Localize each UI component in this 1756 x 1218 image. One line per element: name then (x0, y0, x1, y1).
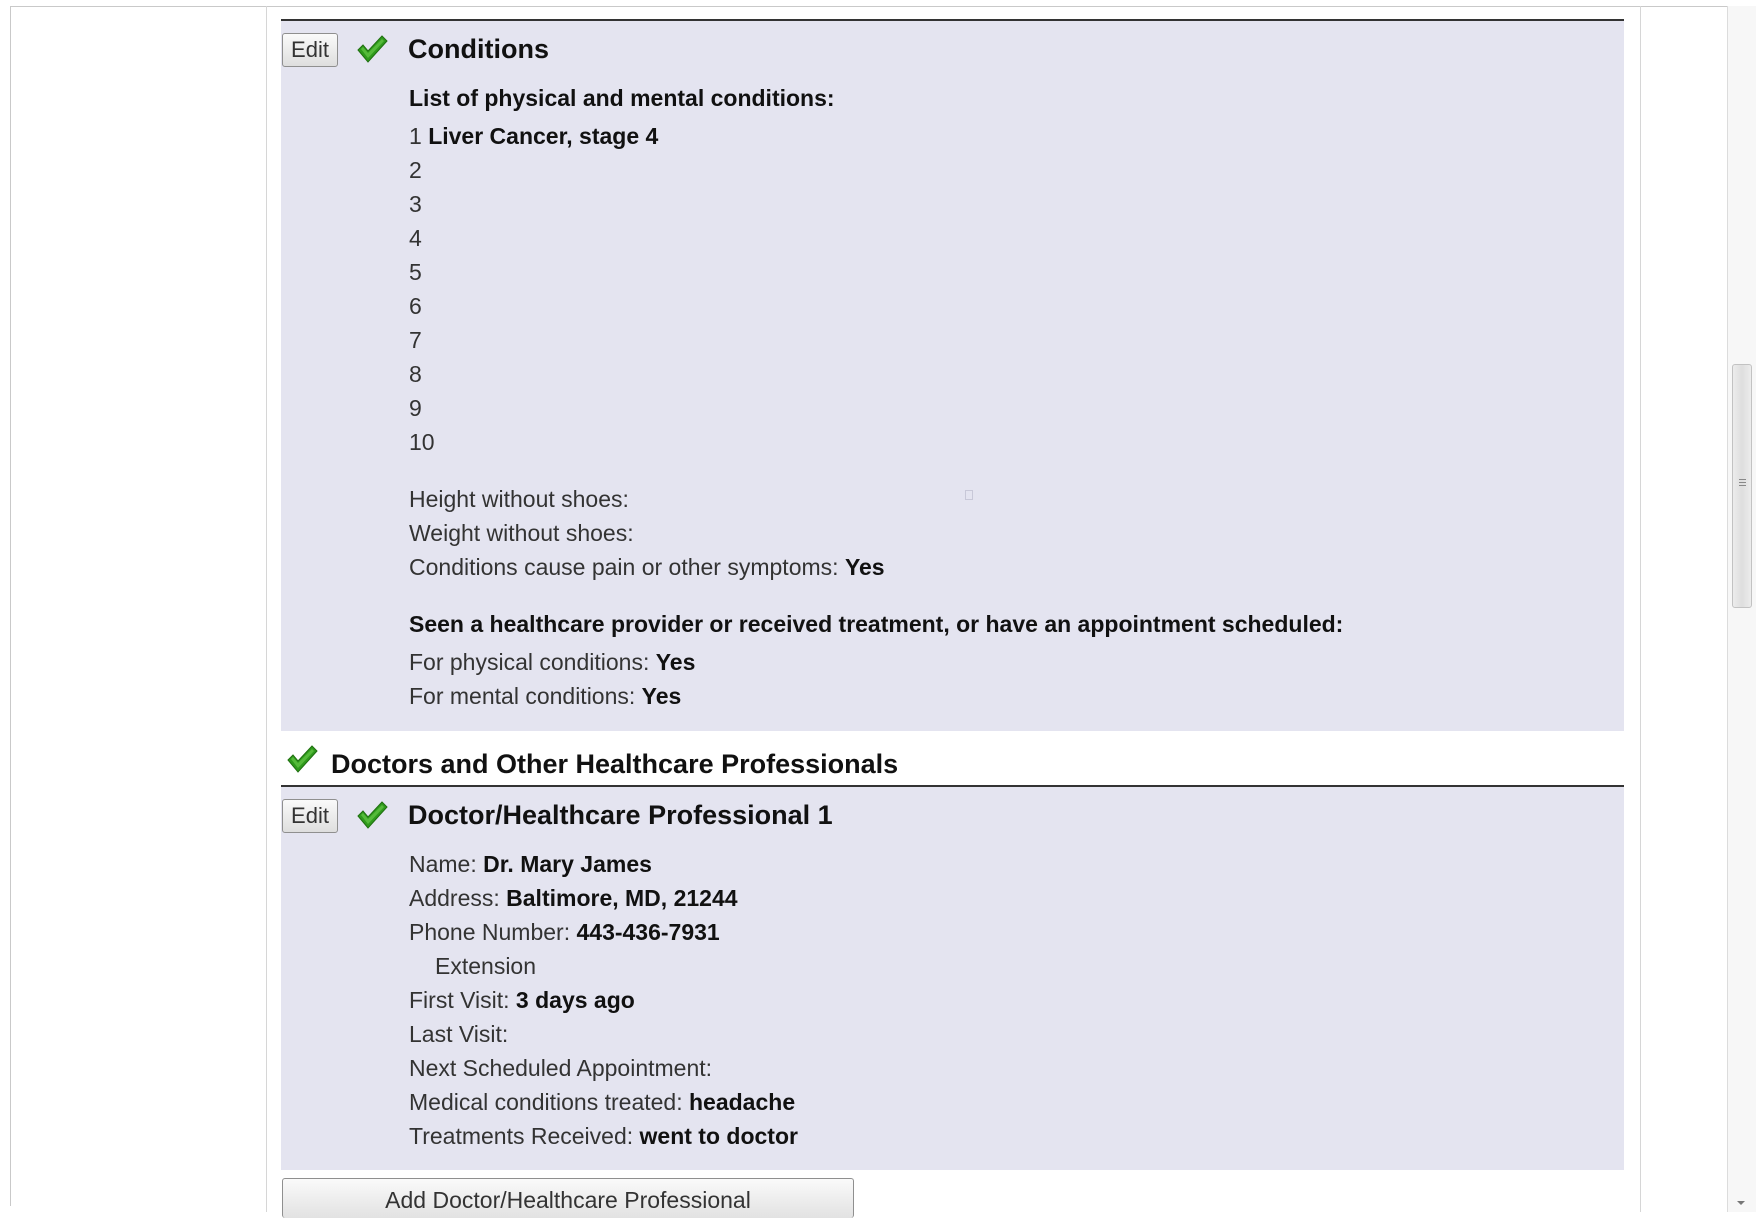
doctor-treatments-value: went to doctor (639, 1123, 798, 1149)
checkmark-icon (287, 745, 318, 773)
conditions-list-heading: List of physical and mental conditions: (409, 85, 835, 111)
list-item: 9 (409, 395, 422, 422)
list-item-number: 9 (409, 395, 422, 421)
seen-provider-heading: Seen a healthcare provider or received t… (409, 611, 1344, 637)
doctor-phone-value: 443-436-7931 (576, 919, 720, 945)
conditions-edit-button[interactable]: Edit (282, 33, 338, 67)
list-item: 8 (409, 361, 422, 388)
list-item: 6 (409, 293, 422, 320)
placeholder-glyph (965, 490, 973, 500)
list-item-number: 1 (409, 123, 422, 149)
doctor-conditions-treated-label: Medical conditions treated: (409, 1089, 683, 1115)
doctor-name-value: Dr. Mary James (483, 851, 652, 877)
list-item: 5 (409, 259, 422, 286)
list-item-number: 6 (409, 293, 422, 319)
mental-value: Yes (641, 683, 682, 709)
doctor-extension-row: Extension (435, 953, 536, 980)
scroll-down-arrow-icon[interactable] (1737, 1201, 1745, 1205)
list-item: 4 (409, 225, 422, 252)
doctor-address-label: Address: (409, 885, 500, 911)
doctor-next-appointment-row: Next Scheduled Appointment: (409, 1055, 712, 1082)
physical-row: For physical conditions: Yes (409, 649, 695, 676)
list-item-number: 4 (409, 225, 422, 251)
list-item-number: 3 (409, 191, 422, 217)
checkmark-icon (357, 35, 388, 63)
doctor-1-title: Doctor/Healthcare Professional 1 (408, 800, 833, 830)
doctors-section-title: Doctors and Other Healthcare Professiona… (331, 749, 899, 779)
grip-line (1739, 479, 1746, 480)
list-item: 10 (409, 429, 435, 456)
pain-label: Conditions cause pain or other symptoms: (409, 554, 839, 580)
doctor-phone-label: Phone Number: (409, 919, 571, 945)
doctor-name-row: Name: Dr. Mary James (409, 851, 652, 878)
weight-label: Weight without shoes: (409, 520, 634, 546)
mental-row: For mental conditions: Yes (409, 683, 681, 710)
mental-label: For mental conditions: (409, 683, 636, 709)
conditions-title: Conditions (408, 34, 549, 64)
list-item-number: 2 (409, 157, 422, 183)
physical-label: For physical conditions: (409, 649, 650, 675)
vertical-scrollbar[interactable] (1727, 6, 1756, 1212)
physical-value: Yes (655, 649, 696, 675)
grip-line (1739, 485, 1746, 486)
grip-line (1739, 482, 1746, 483)
height-row: Height without shoes: (409, 486, 629, 513)
doctor-next-appointment-label: Next Scheduled Appointment: (409, 1055, 713, 1081)
doctor-treatments-row: Treatments Received: went to doctor (409, 1123, 798, 1150)
doctor-conditions-treated-row: Medical conditions treated: headache (409, 1089, 795, 1116)
checkmark-icon (357, 801, 388, 829)
corner-mark (2, 0, 8, 6)
pain-row: Conditions cause pain or other symptoms:… (409, 554, 885, 581)
doctor-1-edit-button[interactable]: Edit (282, 799, 338, 833)
list-item: 1 Liver Cancer, stage 4 (409, 123, 658, 150)
doctor-first-visit-value: 3 days ago (515, 987, 635, 1013)
list-item-number: 8 (409, 361, 422, 387)
doctor-name-label: Name: (409, 851, 477, 877)
doctor-first-visit-row: First Visit: 3 days ago (409, 987, 635, 1014)
add-doctor-button[interactable]: Add Doctor/Healthcare Professional (282, 1178, 854, 1218)
weight-row: Weight without shoes: (409, 520, 634, 547)
doctor-last-visit-label: Last Visit: (409, 1021, 509, 1047)
list-item: 3 (409, 191, 422, 218)
list-item-text: Liver Cancer, stage 4 (428, 123, 659, 149)
list-item: 2 (409, 157, 422, 184)
height-label: Height without shoes: (409, 486, 629, 512)
doctor-address-row: Address: Baltimore, MD, 21244 (409, 885, 738, 912)
pain-value: Yes (844, 554, 885, 580)
doctor-phone-row: Phone Number: 443-436-7931 (409, 919, 720, 946)
scrollbar-thumb[interactable] (1732, 364, 1752, 608)
doctor-address-value: Baltimore, MD, 21244 (506, 885, 738, 911)
doctor-treatments-label: Treatments Received: (409, 1123, 634, 1149)
list-item-number: 5 (409, 259, 422, 285)
doctor-conditions-treated-value: headache (689, 1089, 796, 1115)
list-item-number: 7 (409, 327, 422, 353)
list-item: 7 (409, 327, 422, 354)
doctor-extension-label: Extension (435, 953, 537, 979)
doctor-first-visit-label: First Visit: (409, 987, 510, 1013)
list-item-number: 10 (409, 429, 435, 455)
doctor-last-visit-row: Last Visit: (409, 1021, 508, 1048)
